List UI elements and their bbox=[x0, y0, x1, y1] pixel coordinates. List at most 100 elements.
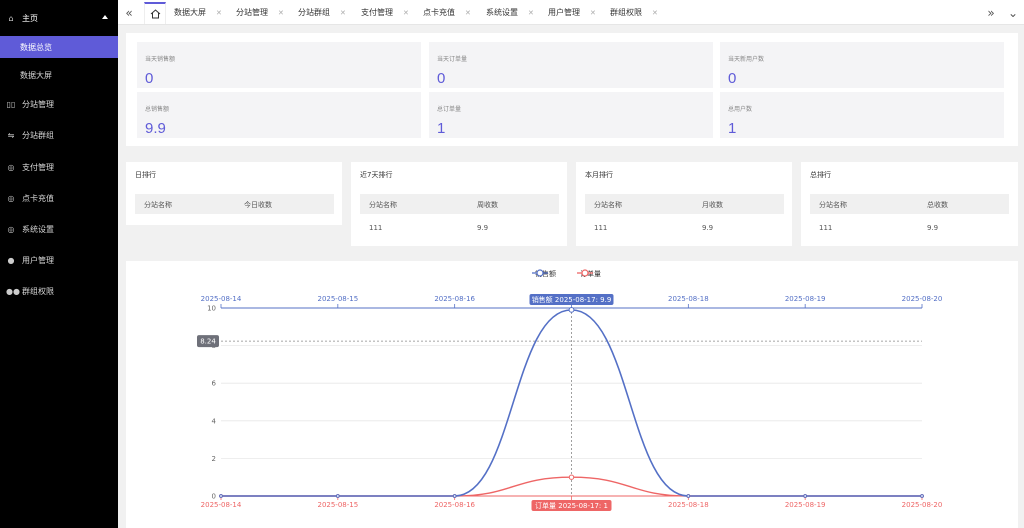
stat-card: 总销售额 9.9 bbox=[137, 92, 421, 138]
card-title: 本月排行 bbox=[585, 171, 613, 179]
tooltip-top-label: 销售额 2025-08-17: 9.9 bbox=[532, 295, 612, 304]
user-icon: ● bbox=[7, 255, 15, 265]
tab-settings[interactable]: 系统设置 ✕ bbox=[486, 0, 534, 25]
shield-icon: ◎ bbox=[7, 193, 15, 203]
tab-label: 数据大屏 bbox=[174, 8, 206, 17]
sidebar-item-substation[interactable]: ▯▯ 分站管理 bbox=[0, 93, 118, 115]
x-tick-label-bottom: 2025-08-19 bbox=[785, 501, 826, 509]
crosshair-value-label: 8.24 bbox=[200, 338, 216, 346]
sidebar-item-label: 支付管理 bbox=[22, 162, 54, 172]
shield-icon: ◎ bbox=[7, 224, 15, 234]
table-cell: 9.9 bbox=[702, 224, 714, 232]
tab-payment[interactable]: 支付管理 ✕ bbox=[361, 0, 409, 25]
ranking-card-total: 总排行 分站名称 总收数 111 9.9 bbox=[801, 162, 1018, 246]
column-header: 分站名称 bbox=[144, 201, 172, 209]
tab-label: 用户管理 bbox=[548, 8, 580, 17]
table-row: 111 9.9 bbox=[360, 218, 559, 234]
sidebar-item-recharge[interactable]: ◎ 点卡充值 bbox=[0, 187, 118, 209]
close-icon[interactable]: ✕ bbox=[590, 9, 596, 17]
sidebar-item-home[interactable]: ⌂ 主页 bbox=[0, 6, 118, 30]
tab-data-screen[interactable]: 数据大屏 ✕ bbox=[174, 0, 222, 25]
sidebar-item-label: 分站群组 bbox=[22, 130, 54, 140]
card-title: 总排行 bbox=[810, 171, 831, 179]
sidebar-item-settings[interactable]: ◎ 系统设置 bbox=[0, 218, 118, 240]
sidebar-item-group[interactable]: ⇋ 分站群组 bbox=[0, 124, 118, 146]
sidebar-item-big-screen[interactable]: 数据大屏 bbox=[0, 64, 118, 86]
scroll-right-icon[interactable]: » bbox=[980, 0, 1002, 25]
tab-label: 支付管理 bbox=[361, 8, 393, 17]
ranking-card-week: 近7天排行 分站名称 周收数 111 9.9 bbox=[351, 162, 567, 246]
y-tick-label: 6 bbox=[212, 380, 217, 388]
x-tick-label-top: 2025-08-15 bbox=[317, 295, 358, 303]
sidebar-item-label: 群组权限 bbox=[22, 286, 54, 296]
table-cell: 9.9 bbox=[927, 224, 939, 232]
tab-users[interactable]: 用户管理 ✕ bbox=[548, 0, 596, 25]
close-icon[interactable]: ✕ bbox=[403, 9, 409, 17]
column-header: 分站名称 bbox=[594, 201, 622, 209]
table-header: 分站名称 月收数 bbox=[585, 194, 784, 214]
data-point-sales bbox=[219, 494, 223, 498]
sidebar-item-users[interactable]: ● 用户管理 bbox=[0, 249, 118, 271]
x-tick-label-bottom: 2025-08-14 bbox=[201, 501, 242, 509]
sidebar-item-label: 数据大屏 bbox=[20, 70, 52, 80]
close-icon[interactable]: ✕ bbox=[278, 9, 284, 17]
tab-home[interactable] bbox=[144, 2, 166, 24]
column-header: 分站名称 bbox=[819, 201, 847, 209]
stat-value: 0 bbox=[728, 70, 737, 87]
x-tick-label-top: 2025-08-19 bbox=[785, 295, 826, 303]
sliders-icon: ⇋ bbox=[7, 130, 15, 140]
x-tick-label-top: 2025-08-18 bbox=[668, 295, 709, 303]
home-icon: ⌂ bbox=[8, 13, 14, 23]
column-header: 月收数 bbox=[702, 201, 723, 209]
x-tick-label-top: 2025-08-16 bbox=[434, 295, 475, 303]
sidebar-item-label: 分站管理 bbox=[22, 99, 54, 109]
close-icon[interactable]: ✕ bbox=[528, 9, 534, 17]
sidebar-item-overview[interactable]: 数据总览 bbox=[0, 36, 118, 58]
stat-value: 0 bbox=[145, 70, 154, 87]
ranking-card-daily: 日排行 分站名称 今日收数 bbox=[126, 162, 342, 225]
table-header: 分站名称 周收数 bbox=[360, 194, 559, 214]
line-chart[interactable]: 02468102025-08-142025-08-142025-08-15202… bbox=[126, 261, 1018, 528]
tab-recharge[interactable]: 点卡充值 ✕ bbox=[423, 0, 471, 25]
y-tick-label: 4 bbox=[212, 417, 217, 425]
sidebar-item-payment[interactable]: ◎ 支付管理 bbox=[0, 156, 118, 178]
table-header: 分站名称 今日收数 bbox=[135, 194, 334, 214]
home-icon bbox=[150, 9, 160, 19]
data-point-orders bbox=[568, 474, 575, 480]
table-cell: 9.9 bbox=[477, 224, 489, 232]
sidebar-item-permissions[interactable]: ●● 群组权限 bbox=[0, 280, 118, 302]
tab-substation[interactable]: 分站管理 ✕ bbox=[236, 0, 284, 25]
sidebar: ⌂ 主页 数据总览 数据大屏 ▯▯ 分站管理 ⇋ 分站群组 ◎ 支付管理 ◎ 点… bbox=[0, 0, 118, 528]
stat-label: 当天销售额 bbox=[145, 56, 176, 63]
y-tick-label: 2 bbox=[212, 455, 216, 463]
close-icon[interactable]: ✕ bbox=[465, 9, 471, 17]
close-icon[interactable]: ✕ bbox=[216, 9, 222, 17]
tab-permissions[interactable]: 群组权限 ✕ bbox=[610, 0, 658, 25]
x-tick-label-top: 2025-08-20 bbox=[902, 295, 943, 303]
tab-label: 点卡充值 bbox=[423, 8, 455, 17]
sales-chart-panel: 销售额 订单量 02468102025-08-142025-08-142025-… bbox=[126, 261, 1018, 528]
stat-card: 当天订单量 0 bbox=[429, 42, 713, 88]
stat-card: 当天销售额 0 bbox=[137, 42, 421, 88]
data-point-sales bbox=[335, 494, 340, 498]
table-header: 分站名称 总收数 bbox=[810, 194, 1009, 214]
y-tick-label: 10 bbox=[207, 305, 216, 313]
chevron-down-icon[interactable]: ⌄ bbox=[1002, 0, 1024, 25]
data-point-sales bbox=[452, 494, 457, 498]
column-header: 今日收数 bbox=[244, 201, 272, 209]
stat-value: 9.9 bbox=[145, 120, 166, 137]
x-tick-label-top: 2025-08-14 bbox=[201, 295, 242, 303]
close-icon[interactable]: ✕ bbox=[340, 9, 346, 17]
stat-value: 1 bbox=[728, 120, 737, 137]
stat-label: 当天新用户数 bbox=[728, 56, 765, 63]
column-header: 分站名称 bbox=[369, 201, 397, 209]
tab-group[interactable]: 分站群组 ✕ bbox=[298, 0, 346, 25]
close-icon[interactable]: ✕ bbox=[652, 9, 658, 17]
scroll-left-icon[interactable]: « bbox=[118, 0, 140, 25]
sidebar-item-label: 点卡充值 bbox=[22, 193, 54, 203]
table-cell: 111 bbox=[369, 224, 383, 232]
data-point-sales bbox=[568, 306, 575, 313]
stat-label: 总订单量 bbox=[437, 106, 462, 113]
data-point-sales bbox=[803, 494, 808, 498]
table-row: 111 9.9 bbox=[585, 218, 784, 234]
